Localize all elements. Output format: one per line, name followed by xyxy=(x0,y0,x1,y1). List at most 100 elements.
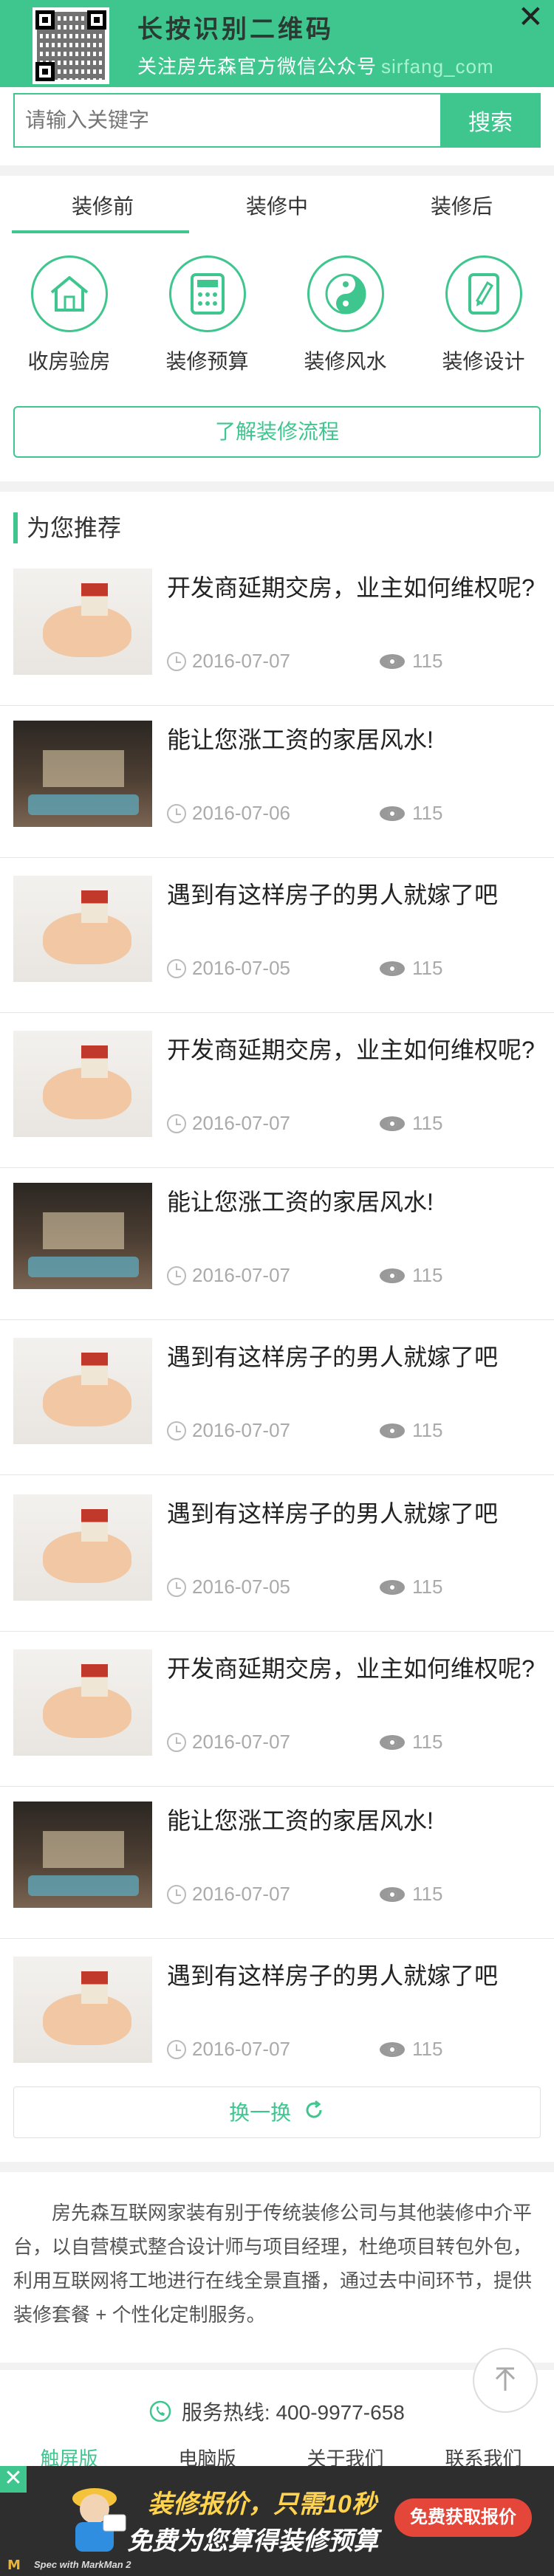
stage-tabs: 装修前 装修中 装修后 xyxy=(0,176,554,235)
eye-icon xyxy=(380,806,405,821)
qr-site: sirfang_com xyxy=(381,55,494,78)
close-icon[interactable]: ✕ xyxy=(518,1,544,32)
article-thumbnail xyxy=(13,1031,152,1137)
renovation-process-button[interactable]: 了解装修流程 xyxy=(13,406,541,458)
clock-icon xyxy=(167,2039,186,2059)
article-item[interactable]: 遇到有这样房子的男人就嫁了吧 2016-07-07 115 xyxy=(0,1946,554,2094)
section-title: 为您推荐 xyxy=(13,512,121,543)
qr-subtitle-text: 关注房先森官方微信公众号 xyxy=(137,55,377,78)
article-views: 115 xyxy=(380,802,442,825)
article-date: 2016-07-05 xyxy=(167,957,290,980)
clock-icon xyxy=(167,651,186,671)
article-thumbnail xyxy=(13,1802,152,1908)
article-views: 115 xyxy=(380,1264,442,1287)
article-date: 2016-07-06 xyxy=(167,802,290,825)
article-date: 2016-07-05 xyxy=(167,1576,290,1598)
eye-icon xyxy=(380,961,405,976)
article-item[interactable]: 能让您涨工资的家居风水! 2016-07-06 115 xyxy=(0,710,554,858)
divider xyxy=(0,2363,554,2370)
article-title[interactable]: 能让您涨工资的家居风水! xyxy=(167,1183,544,1221)
article-date: 2016-07-07 xyxy=(167,1112,290,1135)
category-house-check[interactable]: 收房验房 xyxy=(0,255,138,375)
divider xyxy=(0,2162,554,2172)
article-title[interactable]: 遇到有这样房子的男人就嫁了吧 xyxy=(167,1338,544,1376)
qr-subtitle: 关注房先森官方微信公众号 sirfang_com xyxy=(137,52,494,79)
tab-after[interactable]: 装修后 xyxy=(369,190,554,220)
tab-during[interactable]: 装修中 xyxy=(185,190,369,220)
design-icon xyxy=(445,255,522,332)
article-item[interactable]: 开发商延期交房，业主如何维权呢? 2016-07-07 115 xyxy=(0,1020,554,1168)
category-label: 装修预算 xyxy=(165,350,249,373)
article-title[interactable]: 遇到有这样房子的男人就嫁了吧 xyxy=(167,1494,544,1533)
article-item[interactable]: 遇到有这样房子的男人就嫁了吧 2016-07-05 115 xyxy=(0,1484,554,1632)
article-date: 2016-07-07 xyxy=(167,2038,290,2061)
article-title[interactable]: 开发商延期交房，业主如何维权呢? xyxy=(167,1649,544,1688)
tab-active-indicator xyxy=(12,230,189,233)
markman-logo-icon: M xyxy=(7,2558,21,2573)
phone-icon xyxy=(149,2400,171,2428)
qr-title: 长按识别二维码 xyxy=(137,15,334,44)
article-item[interactable]: 开发商延期交房，业主如何维权呢? 2016-07-07 115 xyxy=(0,558,554,706)
search-bar: 搜索 xyxy=(0,87,554,165)
clock-icon xyxy=(167,1421,186,1440)
eye-icon xyxy=(380,1116,405,1131)
refresh-icon xyxy=(303,2089,325,2140)
eye-icon xyxy=(380,1734,405,1750)
markman-text: Spec with MarkMan 2 xyxy=(34,2559,131,2570)
clock-icon xyxy=(167,1113,186,1133)
article-views: 115 xyxy=(380,1883,442,1906)
article-title[interactable]: 开发商延期交房，业主如何维权呢? xyxy=(167,569,544,607)
article-item[interactable]: 能让您涨工资的家居风水! 2016-07-07 115 xyxy=(0,1172,554,1320)
eye-icon xyxy=(380,1886,405,1902)
divider xyxy=(0,481,554,492)
article-thumbnail xyxy=(13,1649,152,1756)
search-button[interactable]: 搜索 xyxy=(440,93,541,148)
eye-icon xyxy=(380,2041,405,2057)
yin-yang-icon xyxy=(307,255,384,332)
article-title[interactable]: 遇到有这样房子的男人就嫁了吧 xyxy=(167,876,544,914)
article-views: 115 xyxy=(380,1419,442,1442)
article-date: 2016-07-07 xyxy=(167,1264,290,1287)
qr-banner: 长按识别二维码 关注房先森官方微信公众号 sirfang_com ✕ xyxy=(0,0,554,87)
refresh-label: 换一换 xyxy=(229,2101,292,2124)
clock-icon xyxy=(167,803,186,823)
article-item[interactable]: 开发商延期交房，业主如何维权呢? 2016-07-07 115 xyxy=(0,1639,554,1787)
clock-icon xyxy=(167,1577,186,1597)
hotline[interactable]: 服务热线: 400-9977-658 xyxy=(0,2397,554,2428)
promo-headline: 装修报价，只需10秒 xyxy=(148,2490,377,2518)
article-views: 115 xyxy=(380,1576,442,1598)
eye-icon xyxy=(380,653,405,669)
category-label: 装修设计 xyxy=(442,350,525,373)
search-input[interactable] xyxy=(13,93,440,148)
article-title[interactable]: 能让您涨工资的家居风水! xyxy=(167,721,544,759)
article-title[interactable]: 遇到有这样房子的男人就嫁了吧 xyxy=(167,1957,544,1995)
promo-subline: 免费为您算得装修预算 xyxy=(127,2527,378,2555)
category-budget[interactable]: 装修预算 xyxy=(138,255,276,375)
category-design[interactable]: 装修设计 xyxy=(414,255,553,375)
divider xyxy=(0,165,554,176)
tab-before[interactable]: 装修前 xyxy=(10,190,195,220)
article-item[interactable]: 遇到有这样房子的男人就嫁了吧 2016-07-07 115 xyxy=(0,1328,554,1475)
article-item[interactable]: 遇到有这样房子的男人就嫁了吧 2016-07-05 115 xyxy=(0,865,554,1013)
clock-icon xyxy=(167,1732,186,1752)
category-label: 装修风水 xyxy=(304,350,387,373)
clock-icon xyxy=(167,1265,186,1285)
clock-icon xyxy=(167,1884,186,1904)
category-fengshui[interactable]: 装修风水 xyxy=(276,255,414,375)
close-icon[interactable]: ✕ xyxy=(0,2466,27,2493)
article-item[interactable]: 能让您涨工资的家居风水! 2016-07-07 115 xyxy=(0,1791,554,1939)
calculator-icon xyxy=(168,255,246,332)
article-title[interactable]: 开发商延期交房，业主如何维权呢? xyxy=(167,1031,544,1069)
article-views: 115 xyxy=(380,957,442,980)
article-views: 115 xyxy=(380,1731,442,1754)
refresh-button[interactable]: 换一换 xyxy=(13,2086,541,2138)
article-views: 115 xyxy=(380,1112,442,1135)
house-icon xyxy=(30,255,108,332)
eye-icon xyxy=(380,1579,405,1595)
article-title[interactable]: 能让您涨工资的家居风水! xyxy=(167,1802,544,1840)
article-thumbnail xyxy=(13,1338,152,1444)
about-text: 房先森互联网家装有别于传统装修公司与其他装修中介平台，以自营模式整合设计师与项目… xyxy=(13,2202,533,2326)
markman-bar: M Spec with MarkMan 2 xyxy=(0,2556,554,2576)
get-quote-button[interactable]: 免费获取报价 xyxy=(394,2498,532,2537)
article-thumbnail xyxy=(13,721,152,827)
